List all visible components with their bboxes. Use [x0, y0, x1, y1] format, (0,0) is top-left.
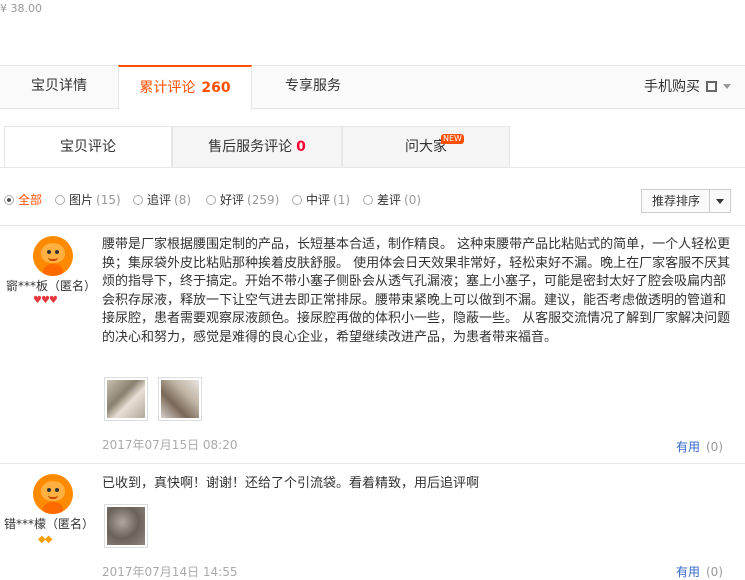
subtab-after-sales-count: 0 — [296, 139, 306, 155]
useful-button[interactable]: 有用 (0) — [676, 438, 723, 455]
buyer-level-icon: ♥♥♥ — [33, 295, 58, 306]
qr-code-icon — [706, 81, 717, 92]
sort-label: 推荐排序 — [652, 194, 701, 208]
tab-exclusive-service[interactable]: 专享服务 — [252, 65, 374, 109]
filter-images-label: 图片 — [69, 193, 94, 207]
radio-icon[interactable] — [292, 195, 302, 205]
subtab-item-reviews-label: 宝贝评论 — [60, 139, 116, 155]
review-photo[interactable] — [158, 377, 202, 421]
filter-followup-label: 追评 — [147, 193, 172, 207]
price-text: ¥ 38.00 — [0, 2, 42, 15]
caret-down-icon — [723, 84, 731, 89]
subtab-after-sales-reviews[interactable]: 售后服务评论 0 — [172, 126, 342, 168]
filter-negative-label: 差评 — [377, 193, 402, 207]
filter-images[interactable]: 图片 (15) — [55, 191, 121, 208]
filter-negative-count: (0) — [404, 193, 422, 207]
subtab-ask-everyone[interactable]: 问大家 NEW — [342, 126, 510, 168]
tab-item-details-label: 宝贝详情 — [31, 78, 87, 94]
review-date: 2017年07月15日 08:20 — [102, 438, 238, 452]
mobile-buy-label: 手机购买 — [644, 79, 700, 95]
tab-reviews-count: 260 — [201, 80, 231, 96]
new-badge: NEW — [441, 134, 464, 144]
filter-images-count: (15) — [96, 193, 121, 207]
detail-tab-bar: 宝贝详情 累计评论 260 专享服务 手机购买 — [0, 65, 745, 110]
filter-positive-count: (259) — [247, 193, 280, 207]
radio-icon[interactable] — [133, 195, 143, 205]
review-item: 错***檬（匿名） ◆◆ 已收到，真快啊！谢谢！还给了个引流袋。看着精致，用后追… — [0, 464, 745, 580]
tab-exclusive-service-label: 专享服务 — [285, 78, 341, 94]
filter-positive-label: 好评 — [220, 193, 245, 207]
filter-neutral-count: (1) — [333, 193, 351, 207]
review-photo[interactable] — [104, 504, 148, 548]
useful-button[interactable]: 有用 (0) — [676, 563, 723, 580]
filter-positive[interactable]: 好评 (259) — [206, 191, 279, 208]
reviewer-name: 窬***板（匿名） — [6, 279, 97, 293]
review-item: 窬***板（匿名） ♥♥♥ 腰带是厂家根据腰围定制的产品，长短基本合适，制作精良… — [0, 226, 745, 464]
mobile-buy-button[interactable]: 手机购买 — [644, 66, 731, 108]
review-date: 2017年07月14日 14:55 — [102, 565, 238, 579]
review-text: 腰带是厂家根据腰围定制的产品，长短基本合适，制作精良。 这种束腰带产品比粘贴式的… — [102, 237, 731, 345]
review-text: 已收到，真快啊！谢谢！还给了个引流袋。看着精致，用后追评啊 — [102, 476, 480, 491]
useful-label[interactable]: 有用 — [676, 440, 700, 454]
review-photo[interactable] — [104, 377, 148, 421]
buyer-level-icon: ◆◆ — [38, 534, 52, 545]
radio-icon[interactable] — [206, 195, 216, 205]
filter-followup-count: (8) — [174, 193, 192, 207]
filter-all[interactable]: 全部 — [4, 191, 42, 208]
chevron-down-icon[interactable] — [716, 199, 724, 204]
radio-checked-icon[interactable] — [4, 195, 14, 205]
useful-count: (0) — [706, 440, 723, 454]
useful-count: (0) — [706, 565, 723, 579]
filter-followup[interactable]: 追评 (8) — [133, 191, 191, 208]
useful-label[interactable]: 有用 — [676, 565, 700, 579]
avatar — [33, 236, 73, 276]
sort-divider — [709, 190, 710, 212]
reviewer-name: 错***檬（匿名） — [4, 517, 95, 531]
subtab-divider — [0, 167, 745, 168]
tab-item-details[interactable]: 宝贝详情 — [0, 65, 118, 109]
radio-icon[interactable] — [363, 195, 373, 205]
subtab-after-sales-label: 售后服务评论 — [208, 139, 293, 155]
sort-dropdown[interactable]: 推荐排序 — [641, 189, 731, 213]
subtab-item-reviews[interactable]: 宝贝评论 — [4, 126, 172, 168]
filter-neutral-label: 中评 — [306, 193, 331, 207]
filter-neutral[interactable]: 中评 (1) — [292, 191, 350, 208]
avatar — [33, 474, 73, 514]
tab-reviews[interactable]: 累计评论 260 — [118, 65, 252, 110]
tab-reviews-label: 累计评论 — [139, 80, 196, 96]
radio-icon[interactable] — [55, 195, 65, 205]
filter-negative[interactable]: 差评 (0) — [363, 191, 421, 208]
filter-all-label: 全部 — [18, 193, 43, 207]
